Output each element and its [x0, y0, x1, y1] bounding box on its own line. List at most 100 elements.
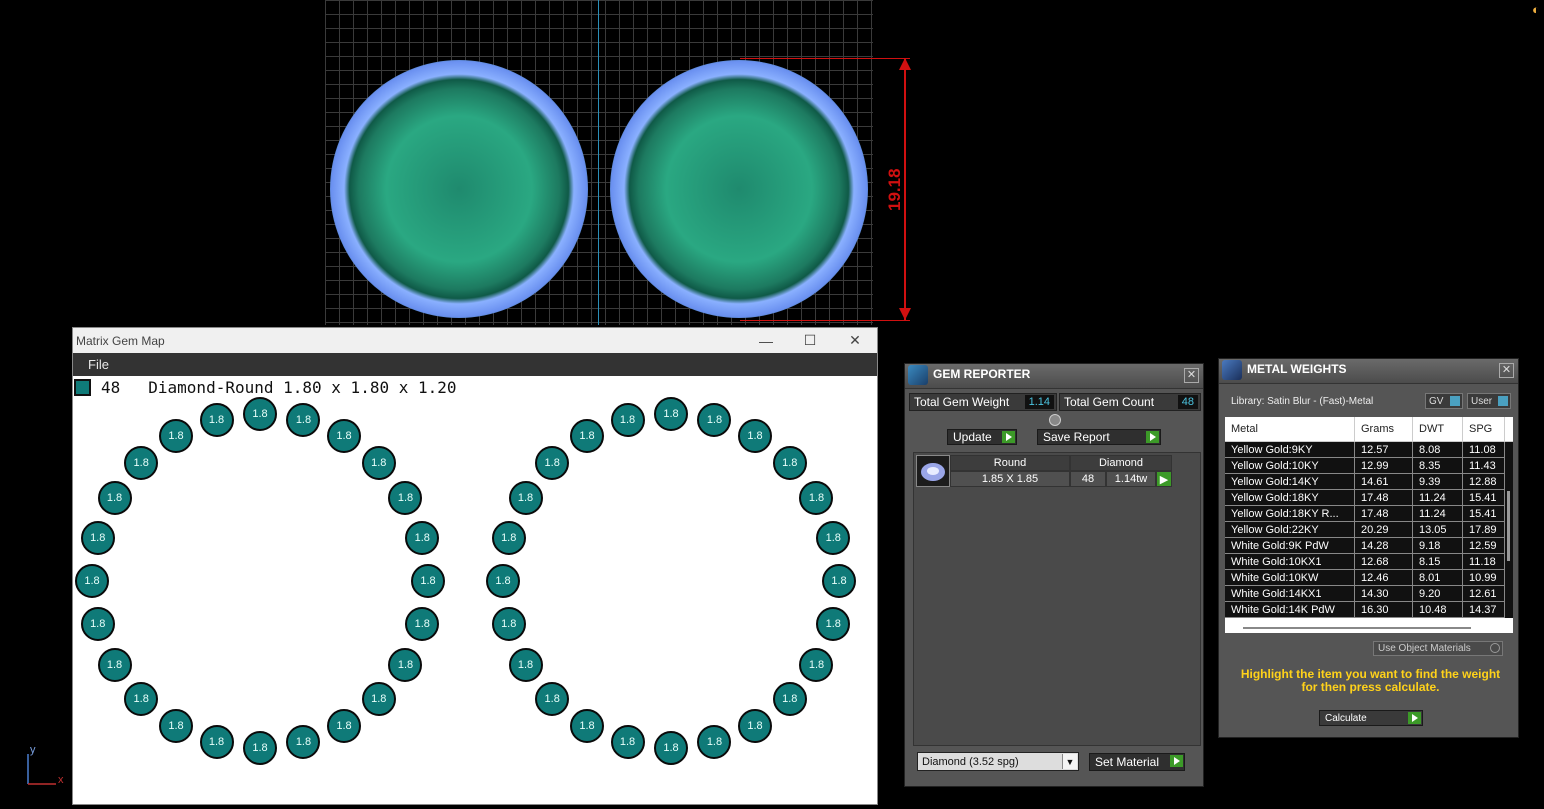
gem-marker[interactable]: 1.8 — [654, 731, 688, 765]
update-button[interactable]: Update — [947, 429, 1017, 445]
row-gem-count[interactable]: 48 — [1070, 471, 1106, 487]
gem-marker[interactable]: 1.8 — [508, 480, 543, 515]
gem-marker[interactable]: 1.8 — [697, 402, 732, 437]
gem-marker[interactable]: 1.8 — [697, 725, 732, 760]
gem-marker[interactable]: 1.8 — [491, 520, 526, 555]
metal-row[interactable]: Yellow Gold:22KY 20.29 13.05 17.89 — [1225, 522, 1513, 538]
gem-marker[interactable]: 1.8 — [286, 402, 321, 437]
metal-cell: White Gold:9K PdW — [1225, 538, 1355, 554]
gem-marker[interactable]: 1.8 — [405, 520, 440, 555]
row-go-button[interactable]: ▶ — [1156, 471, 1172, 487]
gem-marker[interactable]: 1.8 — [327, 708, 361, 743]
gem-marker[interactable]: 1.8 — [80, 520, 115, 555]
metal-column-header[interactable]: Metal — [1225, 417, 1355, 441]
set-material-button[interactable]: Set Material — [1089, 753, 1185, 771]
gem-marker[interactable]: 1.8 — [486, 564, 520, 598]
maximize-button[interactable]: ☐ — [787, 328, 833, 353]
gem-marker[interactable]: 1.8 — [610, 725, 645, 760]
gem-marker[interactable]: 1.8 — [816, 607, 851, 642]
gem-marker[interactable]: 1.8 — [243, 731, 277, 765]
metal-table-header: Metal Grams DWT SPG — [1225, 417, 1513, 442]
gem-marker[interactable]: 1.8 — [361, 682, 396, 717]
gem-marker[interactable]: 1.8 — [199, 725, 234, 760]
metal-cell: 11.24 — [1413, 490, 1463, 506]
gem-map-titlebar[interactable]: Matrix Gem Map — ☐ ✕ — [73, 328, 877, 353]
gem-marker[interactable]: 1.8 — [97, 647, 132, 682]
legend-count: 48 — [101, 377, 121, 397]
gem-reporter-close-button[interactable]: ✕ — [1184, 368, 1199, 383]
vertical-scrollbar[interactable] — [1507, 491, 1510, 561]
gem-marker[interactable]: 1.8 — [654, 397, 688, 431]
gem-marker[interactable]: 1.8 — [243, 397, 277, 431]
gem-marker[interactable]: 1.8 — [738, 708, 772, 743]
pendant-left-render[interactable] — [330, 60, 588, 318]
save-report-button[interactable]: Save Report — [1037, 429, 1161, 445]
minimize-button[interactable]: — — [743, 328, 789, 353]
metal-weights-close-button[interactable]: ✕ — [1499, 363, 1514, 378]
gem-marker[interactable]: 1.8 — [80, 607, 115, 642]
row-gem-weight[interactable]: 1.14tw — [1106, 471, 1156, 487]
metal-row[interactable]: White Gold:9K PdW 14.28 9.18 12.59 — [1225, 538, 1513, 554]
pendant-right-render[interactable] — [610, 60, 868, 318]
metal-row[interactable]: White Gold:14K PdW 16.30 10.48 14.37 — [1225, 602, 1513, 618]
metal-row[interactable]: Yellow Gold:18KY R... 17.48 11.24 15.41 — [1225, 506, 1513, 522]
gem-marker[interactable]: 1.8 — [199, 402, 234, 437]
gem-marker[interactable]: 1.8 — [159, 708, 193, 743]
splitter-handle-icon[interactable] — [1049, 414, 1061, 426]
metal-cell: Yellow Gold:22KY — [1225, 522, 1355, 538]
axis-gizmo-icon: y x — [24, 744, 68, 788]
gem-marker[interactable]: 1.8 — [799, 480, 834, 515]
metal-row[interactable]: White Gold:10KX1 12.68 8.15 11.18 — [1225, 554, 1513, 570]
metal-row[interactable]: Yellow Gold:14KY 14.61 9.39 12.88 — [1225, 474, 1513, 490]
dimension-arrow-down-icon — [899, 308, 911, 320]
dimension-label: 19.18 — [885, 168, 904, 212]
gem-marker[interactable]: 1.8 — [535, 445, 570, 480]
user-toggle[interactable]: User — [1467, 393, 1511, 409]
gem-marker[interactable]: 1.8 — [738, 419, 772, 454]
gv-toggle[interactable]: GV — [1425, 393, 1463, 409]
metal-column-header[interactable]: Grams — [1355, 417, 1413, 441]
gem-marker[interactable]: 1.8 — [405, 607, 440, 642]
gem-reporter-titlebar[interactable]: GEM REPORTER ✕ — [905, 364, 1203, 389]
corner-tool-icon[interactable]: ◐ — [1532, 2, 1544, 18]
metal-column-header[interactable]: SPG — [1463, 417, 1505, 441]
metal-row[interactable]: Yellow Gold:9KY 12.57 8.08 11.08 — [1225, 442, 1513, 458]
gem-marker[interactable]: 1.8 — [124, 682, 159, 717]
gem-marker[interactable]: 1.8 — [570, 708, 604, 743]
metal-row[interactable]: White Gold:14KX1 14.30 9.20 12.61 — [1225, 586, 1513, 602]
gem-marker[interactable]: 1.8 — [124, 445, 159, 480]
metal-row[interactable]: Yellow Gold:18KY 17.48 11.24 15.41 — [1225, 490, 1513, 506]
gem-marker[interactable]: 1.8 — [286, 725, 321, 760]
metal-weights-title: METAL WEIGHTS — [1247, 362, 1347, 376]
set-material-go-icon — [1170, 755, 1183, 767]
gem-marker[interactable]: 1.8 — [535, 682, 570, 717]
gem-marker[interactable]: 1.8 — [772, 682, 807, 717]
gem-marker[interactable]: 1.8 — [570, 419, 604, 454]
gem-marker[interactable]: 1.8 — [75, 564, 109, 598]
gem-marker[interactable]: 1.8 — [159, 419, 193, 454]
gem-marker[interactable]: 1.8 — [97, 480, 132, 515]
metal-row[interactable]: Yellow Gold:10KY 12.99 8.35 11.43 — [1225, 458, 1513, 474]
gem-marker[interactable]: 1.8 — [822, 564, 856, 598]
use-object-materials-toggle[interactable]: Use Object Materials — [1373, 641, 1503, 656]
gem-marker[interactable]: 1.8 — [816, 520, 851, 555]
calculate-button[interactable]: Calculate — [1319, 710, 1423, 726]
gem-marker[interactable]: 1.8 — [772, 445, 807, 480]
menu-file[interactable]: File — [73, 357, 109, 372]
gem-marker[interactable]: 1.8 — [388, 647, 423, 682]
gem-marker[interactable]: 1.8 — [610, 402, 645, 437]
gem-marker[interactable]: 1.8 — [799, 647, 834, 682]
gem-marker[interactable]: 1.8 — [388, 480, 423, 515]
gem-marker[interactable]: 1.8 — [327, 419, 361, 454]
gem-marker[interactable]: 1.8 — [361, 445, 396, 480]
metal-column-header[interactable]: DWT — [1413, 417, 1463, 441]
gem-marker[interactable]: 1.8 — [411, 564, 445, 598]
gem-marker[interactable]: 1.8 — [508, 647, 543, 682]
gem-marker[interactable]: 1.8 — [491, 607, 526, 642]
horizontal-scrollbar[interactable] — [1243, 627, 1471, 629]
row-gem-size[interactable]: 1.85 X 1.85 — [950, 471, 1070, 487]
metal-row[interactable]: White Gold:10KW 12.46 8.01 10.99 — [1225, 570, 1513, 586]
material-select[interactable]: Diamond (3.52 spg) ▼ — [917, 752, 1079, 771]
metal-weights-titlebar[interactable]: METAL WEIGHTS ✕ — [1219, 359, 1518, 384]
close-button[interactable]: ✕ — [832, 328, 878, 353]
